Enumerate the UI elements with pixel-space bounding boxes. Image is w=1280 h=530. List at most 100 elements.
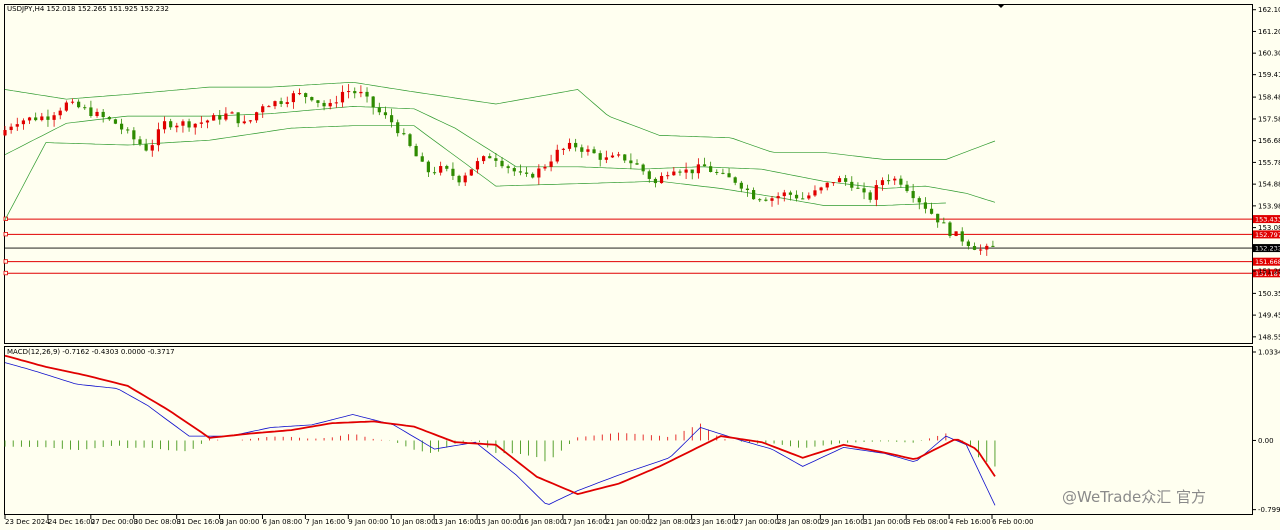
candle-body [721, 172, 725, 174]
candle-body [948, 222, 952, 237]
candle-body [396, 122, 400, 134]
candle-body [917, 198, 921, 203]
candle-body [383, 112, 388, 116]
candle-body [696, 164, 700, 174]
candle-body [831, 182, 835, 184]
candle-body [807, 195, 811, 199]
candle-body [3, 130, 7, 136]
candle-body [886, 180, 891, 182]
candle-body [52, 115, 56, 120]
candle-body [580, 147, 584, 152]
candle-body [445, 166, 449, 169]
candle-body [985, 245, 989, 250]
candle-body [359, 91, 363, 94]
candle-body [813, 190, 817, 196]
candle-body [70, 101, 75, 103]
candle-body [960, 231, 964, 242]
candle-body [95, 111, 99, 116]
candle-body [942, 222, 946, 224]
candle-body [193, 123, 197, 128]
candle-body [561, 148, 565, 150]
candle-body [531, 173, 535, 178]
candle-body [788, 192, 793, 195]
candle-body [819, 187, 823, 191]
candle-body [273, 101, 277, 107]
candle-body [119, 123, 124, 130]
candle-body [420, 156, 424, 162]
candle-body [224, 113, 228, 120]
candle-body [340, 91, 345, 103]
time-tick-label: 23 Dec 2024 [5, 518, 50, 526]
candle-body [408, 134, 412, 146]
candle-body [555, 149, 559, 162]
candle-body [27, 117, 32, 121]
price-tick-label: 154.880 [1258, 181, 1280, 189]
candle-body [175, 125, 179, 128]
candle-body [218, 115, 222, 120]
candle-body [469, 169, 473, 176]
price-tick-label: 158.485 [1258, 94, 1280, 102]
candle-body [77, 101, 81, 108]
candle-body [83, 107, 87, 109]
time-tick-label: 23 Jan 16:00 [692, 518, 736, 526]
candle-body [794, 194, 799, 199]
price-tick-label: 149.455 [1258, 312, 1280, 320]
candle-body [46, 116, 50, 120]
candle-body [279, 101, 283, 104]
candle-body [212, 115, 216, 121]
candle-body [328, 102, 332, 107]
candle-body [739, 182, 743, 189]
candle-body [874, 185, 878, 200]
chart-background [0, 0, 1280, 530]
candle-body [261, 106, 265, 113]
candle-body [991, 245, 995, 247]
candle-body [236, 112, 240, 124]
candle-body [187, 121, 191, 128]
candle-body [138, 139, 142, 145]
candle-body [205, 120, 210, 123]
level-tag-label: 151.668 [1255, 258, 1280, 266]
price-tick-label: 159.415 [1258, 71, 1280, 79]
candle-body [770, 198, 774, 201]
candle-body [89, 107, 93, 116]
price-tick-label: 152.180 [1258, 246, 1280, 254]
candle-body [322, 102, 326, 107]
time-tick-label: 13 Jan 16:00 [434, 518, 478, 526]
candle-body [905, 184, 909, 192]
time-tick-label: 30 Dec 08:00 [134, 518, 181, 526]
level-anchor [3, 270, 8, 276]
candle-body [414, 145, 418, 157]
time-tick-label: 31 Dec 16:00 [177, 518, 224, 526]
candle-body [199, 122, 203, 124]
candle-body [923, 202, 928, 209]
macd-tick-label: -0.7995 [1258, 506, 1280, 514]
candle-body [598, 153, 602, 160]
time-tick-label: 17 Jan 16:00 [563, 518, 607, 526]
time-tick-label: 7 Jan 16:00 [305, 518, 345, 526]
candle-body [604, 157, 608, 160]
candle-body [567, 142, 572, 149]
candle-body [586, 149, 590, 152]
time-tick-label: 28 Jan 08:00 [777, 518, 821, 526]
candle-body [475, 161, 480, 170]
candle-body [144, 144, 148, 151]
time-tick-label: 3 Jan 00:00 [220, 518, 260, 526]
candle-body [825, 182, 829, 188]
candle-body [304, 93, 308, 98]
candle-body [34, 117, 38, 121]
candle-body [911, 191, 915, 199]
candle-body [432, 172, 437, 174]
time-tick-label: 6 Feb 00:00 [992, 518, 1033, 526]
price-tick-label: 161.205 [1258, 28, 1280, 36]
time-tick-label: 15 Jan 00:00 [477, 518, 521, 526]
candle-body [451, 168, 455, 176]
candle-body [764, 199, 768, 201]
candle-body [169, 121, 173, 128]
candle-body [837, 178, 842, 183]
candle-body [150, 145, 154, 151]
candle-body [549, 161, 553, 167]
candle-body [353, 91, 357, 94]
price-tick-label: 157.580 [1258, 115, 1280, 123]
candle-body [162, 121, 167, 130]
candle-body [506, 166, 510, 169]
